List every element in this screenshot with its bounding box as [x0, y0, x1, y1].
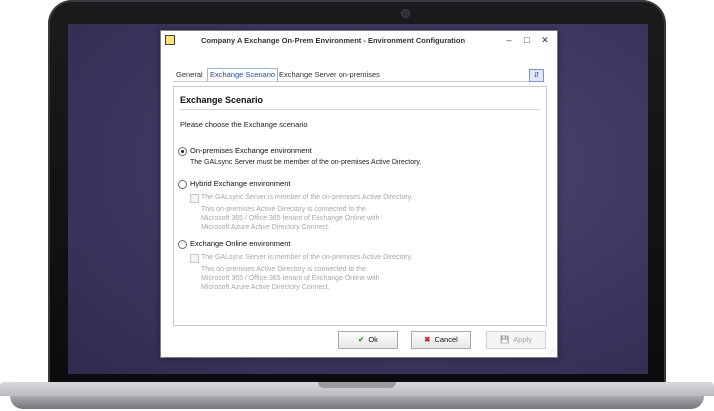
checkmark-icon: ✔	[358, 335, 365, 344]
hybrid-desc-line: Microsoft 365 / Office 365 tenant of Exc…	[201, 215, 380, 222]
laptop-notch	[318, 382, 396, 388]
ok-button[interactable]: ✔ Ok	[338, 331, 398, 349]
apply-button-label: Apply	[513, 335, 533, 344]
option-on-premises-label: On-premises Exchange environment	[190, 146, 312, 155]
title-bar[interactable]: Company A Exchange On-Prem Environment -…	[161, 31, 557, 49]
minimize-button[interactable]: –	[503, 34, 515, 46]
hybrid-desc-line: This on-premises Active Directory is con…	[201, 206, 366, 213]
apply-button[interactable]: 💾 Apply	[486, 331, 546, 349]
tab-exchange-server-on-premises[interactable]: Exchange Server on-premises	[279, 69, 380, 81]
laptop-base	[0, 382, 714, 411]
tab-divider	[173, 81, 543, 82]
hybrid-member-label: The GALsync Server is member of the on-p…	[201, 194, 413, 201]
hybrid-desc-line: Microsoft Azure Active Directory Connect…	[201, 224, 330, 231]
cancel-icon: ✖	[424, 335, 431, 344]
expand-icon[interactable]: ⇵	[529, 69, 544, 82]
radio-exchange-online[interactable]	[178, 240, 187, 249]
option-exchange-online-label: Exchange Online environment	[190, 239, 291, 248]
webcam	[402, 10, 409, 17]
option-hybrid-label: Hybrid Exchange environment	[190, 179, 291, 188]
laptop-base-bottom	[10, 396, 704, 409]
maximize-button[interactable]: □	[521, 34, 533, 46]
tab-general[interactable]: General	[176, 69, 203, 81]
radio-on-premises[interactable]	[178, 147, 187, 156]
online-member-label: The GALsync Server is member of the on-p…	[201, 254, 413, 261]
online-desc-line: Microsoft 365 / Office 365 tenant of Exc…	[201, 275, 380, 282]
ok-button-label: Ok	[368, 335, 378, 344]
exchange-scenario-panel: Exchange Scenario Please choose the Exch…	[173, 86, 547, 326]
resize-grip-icon[interactable]: ⋰	[549, 348, 555, 355]
cancel-button[interactable]: ✖ Cancel	[411, 331, 471, 349]
radio-hybrid[interactable]	[178, 180, 187, 189]
online-desc-line: This on-premises Active Directory is con…	[201, 266, 366, 273]
app-icon	[165, 35, 175, 45]
cancel-button-label: Cancel	[434, 335, 458, 344]
heading-divider	[180, 109, 540, 110]
laptop-base-top	[0, 382, 714, 396]
window-title: Company A Exchange On-Prem Environment -…	[200, 36, 466, 45]
save-icon: 💾	[499, 335, 510, 344]
online-desc-line: Microsoft Azure Active Directory Connect…	[201, 284, 330, 291]
environment-configuration-dialog: Company A Exchange On-Prem Environment -…	[160, 30, 558, 358]
panel-heading: Exchange Scenario	[180, 95, 264, 105]
hybrid-member-checkbox[interactable]	[190, 194, 199, 203]
tab-exchange-scenario[interactable]: Exchange Scenario	[207, 68, 279, 81]
scenario-prompt: Please choose the Exchange scenario	[180, 120, 308, 129]
on-premises-note: The GALsync Server must be member of the…	[190, 159, 422, 166]
close-button[interactable]: ✕	[539, 34, 551, 46]
online-member-checkbox[interactable]	[190, 254, 199, 263]
